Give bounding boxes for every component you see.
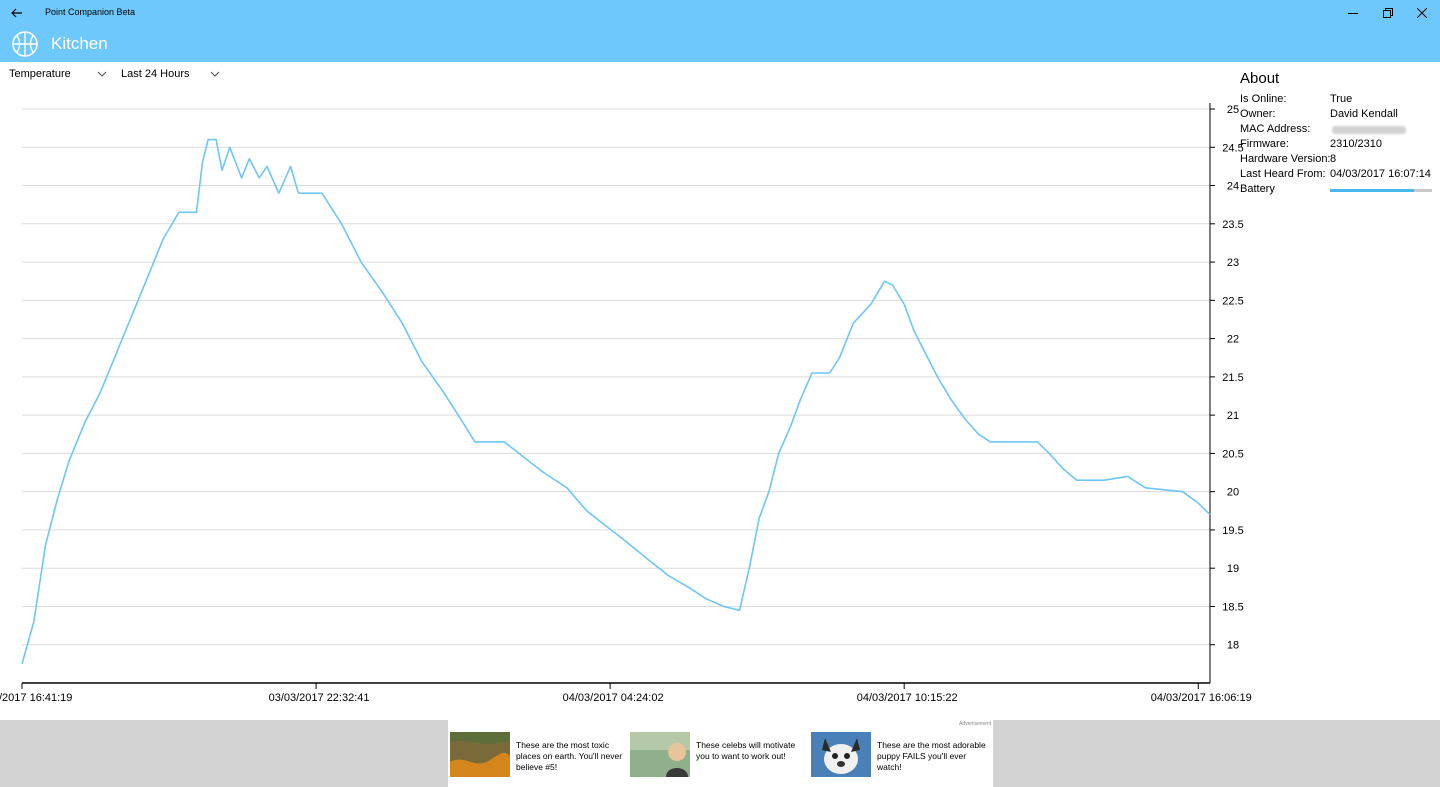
- y-tick-label: 22.5: [1222, 295, 1243, 307]
- back-arrow-icon: [11, 8, 22, 18]
- about-row-last-heard: Last Heard From: 04/03/2017 16:07:14: [1240, 168, 1440, 183]
- ad-tag: Advertisement: [959, 721, 991, 727]
- y-tick-label: 20: [1227, 487, 1239, 499]
- chevron-down-icon: [97, 71, 107, 77]
- metric-dropdown[interactable]: Temperature: [9, 66, 107, 82]
- basketball-icon: [12, 31, 38, 57]
- about-label: Last Heard From:: [1240, 168, 1326, 180]
- about-row-owner: Owner: David Kendall: [1240, 108, 1440, 123]
- about-label: Hardware Version:: [1240, 153, 1331, 165]
- y-tick-label: 22: [1227, 334, 1239, 346]
- ad-text: These are the most toxic places on earth…: [516, 740, 623, 772]
- about-title: About: [1240, 70, 1280, 87]
- about-row-firmware: Firmware: 2310/2310: [1240, 138, 1440, 153]
- about-row-online: Is Online: True: [1240, 93, 1440, 108]
- y-tick-label: 18: [1227, 640, 1239, 652]
- ad-banner[interactable]: Advertisement These are the most toxic p…: [448, 720, 993, 787]
- toxic-river-thumbnail: [450, 732, 510, 777]
- y-tick-label: 21.5: [1222, 372, 1243, 384]
- y-tick-label: 20.5: [1222, 448, 1243, 460]
- close-icon: [1417, 8, 1427, 18]
- chevron-down-icon: [210, 71, 220, 77]
- battery-progress-fill: [1330, 189, 1414, 192]
- chart-series: [21, 138, 1211, 665]
- y-tick-label: 19: [1227, 563, 1239, 575]
- chart-grid: [22, 108, 1215, 646]
- restore-button[interactable]: [1371, 0, 1405, 26]
- firmware-value: 2310/2310: [1330, 138, 1382, 150]
- about-label: Firmware:: [1240, 138, 1289, 150]
- mac-address-redacted: [1332, 126, 1406, 134]
- y-tick-label: 18.5: [1222, 601, 1243, 613]
- celeb-thumbnail: [630, 732, 690, 777]
- temperature-chart: 1818.51919.52020.52121.52222.52323.52424…: [0, 103, 1252, 704]
- online-value: True: [1330, 93, 1353, 105]
- time-range-dropdown-label: Last 24 Hours: [121, 68, 190, 80]
- page-header: Kitchen: [0, 26, 1440, 62]
- room-title: Kitchen: [51, 34, 108, 53]
- time-range-dropdown[interactable]: Last 24 Hours: [121, 66, 220, 82]
- battery-progress-bar: [1330, 189, 1432, 192]
- minimize-icon: [1348, 13, 1358, 14]
- ad-text: These are the most adorable puppy FAILS …: [877, 740, 986, 772]
- about-row-battery: Battery: [1240, 183, 1440, 198]
- ad-bar: Advertisement These are the most toxic p…: [0, 720, 1440, 787]
- x-tick-label: /2017 16:41:19: [0, 692, 72, 704]
- about-label: Owner:: [1240, 108, 1276, 120]
- about-row-mac: MAC Address:: [1240, 123, 1440, 138]
- y-tick-label: 24: [1227, 181, 1239, 193]
- owner-value: David Kendall: [1330, 108, 1398, 120]
- y-tick-label: 23.5: [1222, 219, 1243, 231]
- close-button[interactable]: [1405, 0, 1439, 26]
- about-label: MAC Address:: [1240, 123, 1311, 135]
- y-tick-label: 25: [1227, 104, 1239, 116]
- y-tick-label: 23: [1227, 257, 1239, 269]
- window-titlebar: Point Companion Beta: [0, 0, 1440, 26]
- restore-icon: [1383, 8, 1393, 18]
- about-label: Battery: [1240, 183, 1275, 195]
- about-panel: About Is Online: True Owner: David Kenda…: [1240, 70, 1440, 198]
- ad-text: These celebs will motivate you to want t…: [696, 740, 796, 761]
- hardware-value: 8: [1330, 153, 1337, 165]
- y-tick-label: 21: [1227, 410, 1239, 422]
- x-tick-label: 04/03/2017 16:06:19: [1151, 692, 1252, 704]
- app-title: Point Companion Beta: [45, 7, 136, 17]
- minimize-button[interactable]: [1336, 0, 1370, 26]
- last-heard-value: 04/03/2017 16:07:14: [1330, 168, 1431, 180]
- back-button[interactable]: [0, 0, 34, 26]
- puppy-thumbnail: [811, 732, 871, 777]
- x-tick-label: 04/03/2017 10:15:22: [857, 692, 958, 704]
- y-tick-label: 19.5: [1222, 525, 1243, 537]
- about-label: Is Online:: [1240, 93, 1287, 105]
- about-row-hardware: Hardware Version: 8: [1240, 153, 1440, 168]
- x-tick-label: 03/03/2017 22:32:41: [269, 692, 370, 704]
- temperature-series-line: [21, 138, 1211, 665]
- metric-dropdown-label: Temperature: [9, 68, 71, 80]
- x-tick-label: 04/03/2017 04:24:02: [563, 692, 664, 704]
- x-axis: /2017 16:41:19 03/03/2017 22:32:41 04/03/2…: [0, 103, 1252, 704]
